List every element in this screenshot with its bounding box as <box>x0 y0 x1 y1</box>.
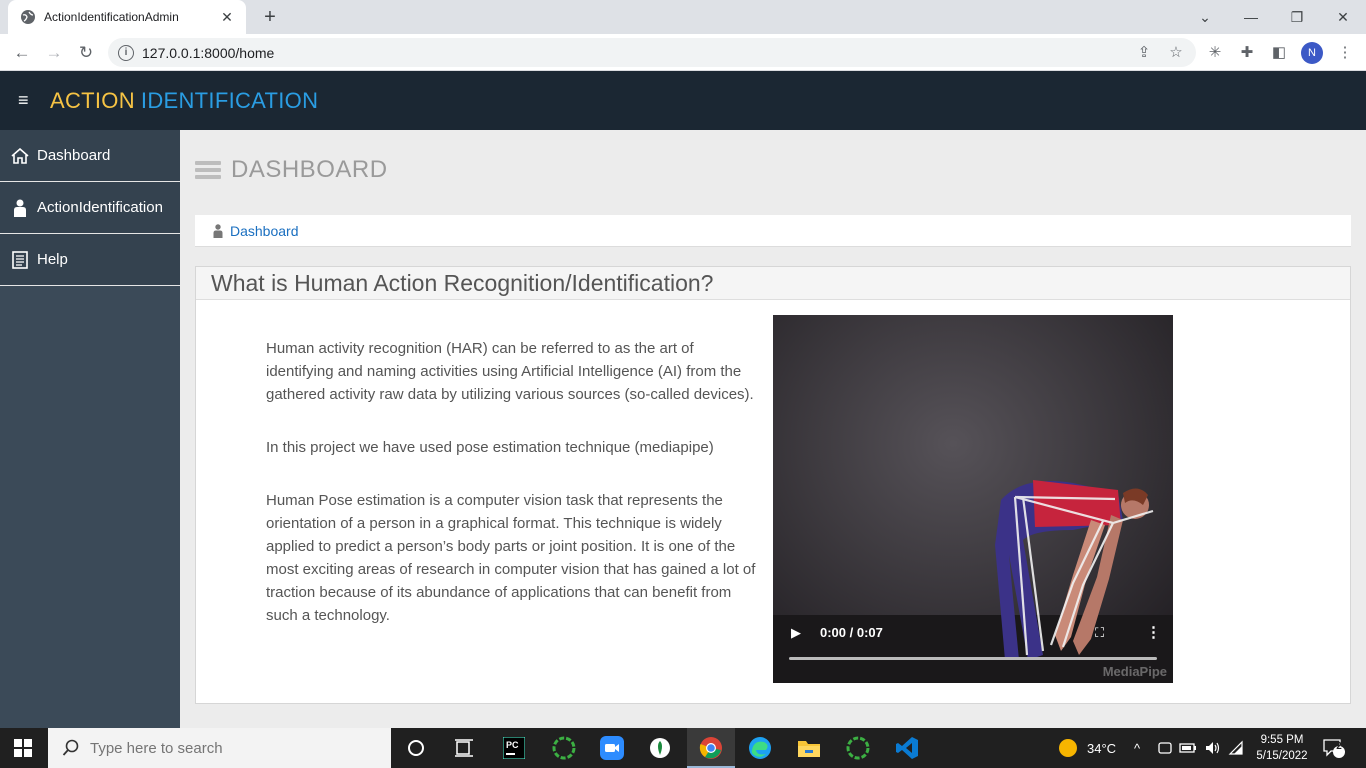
paragraph-har: Human activity recognition (HAR) can be … <box>266 340 754 403</box>
browser-tab[interactable]: ActionIdentificationAdmin ✕ <box>8 0 246 34</box>
sidebar: Dashboard ActionIdentification Help <box>0 130 180 728</box>
meet-now-icon[interactable] <box>1157 728 1173 768</box>
video-time: 0:00 / 0:07 <box>820 625 883 640</box>
notification-center-icon[interactable]: 2 <box>1322 728 1346 768</box>
sidebar-item-label: ActionIdentification <box>37 199 163 216</box>
info-panel: What is Human Action Recognition/Identif… <box>195 266 1351 704</box>
tray-chevron-icon[interactable]: ^ <box>1134 728 1140 768</box>
extension-icon[interactable]: ✳ <box>1204 42 1226 64</box>
video-menu-icon[interactable]: ⋮ <box>1146 623 1161 641</box>
sidebar-item-label: Dashboard <box>37 147 111 164</box>
pycharm-icon[interactable]: PC <box>500 734 528 762</box>
taskbar-search-input[interactable] <box>90 739 340 757</box>
play-icon[interactable]: ▶ <box>791 625 801 641</box>
app-header: ≡ ACTION IDENTIFICATION <box>0 71 1366 130</box>
file-explorer-icon[interactable] <box>795 734 823 762</box>
chrome-icon[interactable] <box>697 734 725 762</box>
tab-strip: ActionIdentificationAdmin ✕ + ⌄ — ❐ ✕ <box>0 0 1366 34</box>
cortana-icon[interactable] <box>402 734 430 762</box>
close-window-button[interactable]: ✕ <box>1320 0 1366 34</box>
taskbar: PC 34°C ^ 9:55 PM 5/15/2022 <box>0 728 1366 768</box>
video-watermark: MediaPipe <box>1102 664 1167 679</box>
breadcrumb-link-dashboard[interactable]: Dashboard <box>230 223 299 239</box>
brand-identification: IDENTIFICATION <box>140 87 319 113</box>
document-icon <box>10 250 30 269</box>
weather-temp: 34°C <box>1087 740 1117 756</box>
tab-close-icon[interactable]: ✕ <box>218 9 236 26</box>
vscode-icon[interactable] <box>893 734 921 762</box>
windows-start-icon[interactable] <box>14 739 32 757</box>
hamburger-menu-icon[interactable]: ≡ <box>0 90 50 111</box>
wifi-icon[interactable] <box>1228 728 1244 768</box>
video-progress-bar[interactable] <box>789 657 1157 660</box>
clock-date: 5/15/2022 <box>1256 750 1308 762</box>
video-player[interactable]: ▶ 0:00 / 0:07 ⛶ ⋮ MediaPipe <box>773 315 1173 683</box>
side-panel-icon[interactable]: ◧ <box>1268 42 1290 64</box>
share-icon[interactable]: ⇪ <box>1134 43 1154 63</box>
task-view-icon[interactable] <box>450 734 478 762</box>
sidebar-item-actionidentification[interactable]: ActionIdentification <box>0 182 180 234</box>
site-info-icon[interactable]: i <box>118 44 134 61</box>
globe-icon <box>21 10 35 24</box>
restore-button[interactable]: ❐ <box>1274 0 1320 34</box>
new-tab-button[interactable]: + <box>258 5 282 29</box>
battery-icon[interactable] <box>1179 728 1197 768</box>
user-icon <box>10 199 30 217</box>
menu-dots-icon[interactable]: ⋮ <box>1334 42 1356 64</box>
minimize-button[interactable]: — <box>1228 0 1274 34</box>
breadcrumb: Dashboard <box>195 215 1351 247</box>
panel-heading: What is Human Action Recognition/Identif… <box>211 269 714 296</box>
user-icon <box>213 223 223 238</box>
sidebar-item-help[interactable]: Help <box>0 234 180 286</box>
brand-action: ACTION <box>50 87 135 113</box>
home-icon <box>10 147 30 164</box>
article-text: Human activity recognition (HAR) can be … <box>266 337 760 657</box>
sun-icon <box>1059 739 1077 757</box>
url-text: 127.0.0.1:8000/home <box>142 44 275 61</box>
forward-button[interactable]: → <box>40 39 68 67</box>
main-content: DASHBOARD Dashboard What is Human Action… <box>180 130 1366 728</box>
back-button[interactable]: ← <box>8 39 36 67</box>
browser-toolbar: ← → ↻ i 127.0.0.1:8000/home ⇪ ☆ ✳ ✚ ◧ N … <box>0 34 1366 71</box>
address-bar[interactable]: i 127.0.0.1:8000/home ⇪ ☆ <box>108 38 1196 67</box>
profile-avatar[interactable]: N <box>1301 42 1323 64</box>
sidebar-item-dashboard[interactable]: Dashboard <box>0 130 180 182</box>
taskbar-search[interactable] <box>48 728 391 768</box>
paragraph-project: In this project we have used pose estima… <box>266 439 714 456</box>
page-header: DASHBOARD <box>195 156 388 184</box>
search-icon <box>62 739 80 757</box>
taskbar-clock[interactable]: 9:55 PM 5/15/2022 <box>1250 732 1314 764</box>
page-title: DASHBOARD <box>231 156 388 183</box>
edge-icon[interactable] <box>746 734 774 762</box>
volume-icon[interactable] <box>1204 728 1222 768</box>
puzzle-icon[interactable]: ✚ <box>1236 42 1258 64</box>
clock-time: 9:55 PM <box>1260 734 1304 746</box>
fullscreen-icon[interactable]: ⛶ <box>1095 625 1104 641</box>
sidebar-item-label: Help <box>37 251 68 268</box>
paragraph-pose: Human Pose estimation is a computer visi… <box>266 492 756 624</box>
tab-title: ActionIdentificationAdmin <box>44 10 179 24</box>
svg-text:PC: PC <box>506 740 519 750</box>
bookmark-star-icon[interactable]: ☆ <box>1166 43 1186 63</box>
tab-search-icon[interactable]: ⌄ <box>1182 0 1228 34</box>
recorder-icon-2[interactable] <box>844 734 872 762</box>
reload-button[interactable]: ↻ <box>72 39 100 67</box>
panel-header: What is Human Action Recognition/Identif… <box>196 267 1350 300</box>
recorder-icon[interactable] <box>550 734 578 762</box>
whatsapp-icon[interactable] <box>646 734 674 762</box>
zoom-icon[interactable] <box>598 734 626 762</box>
weather-widget[interactable]: 34°C <box>1058 728 1116 768</box>
bars-icon <box>195 158 221 182</box>
notification-count: 2 <box>1336 741 1342 752</box>
